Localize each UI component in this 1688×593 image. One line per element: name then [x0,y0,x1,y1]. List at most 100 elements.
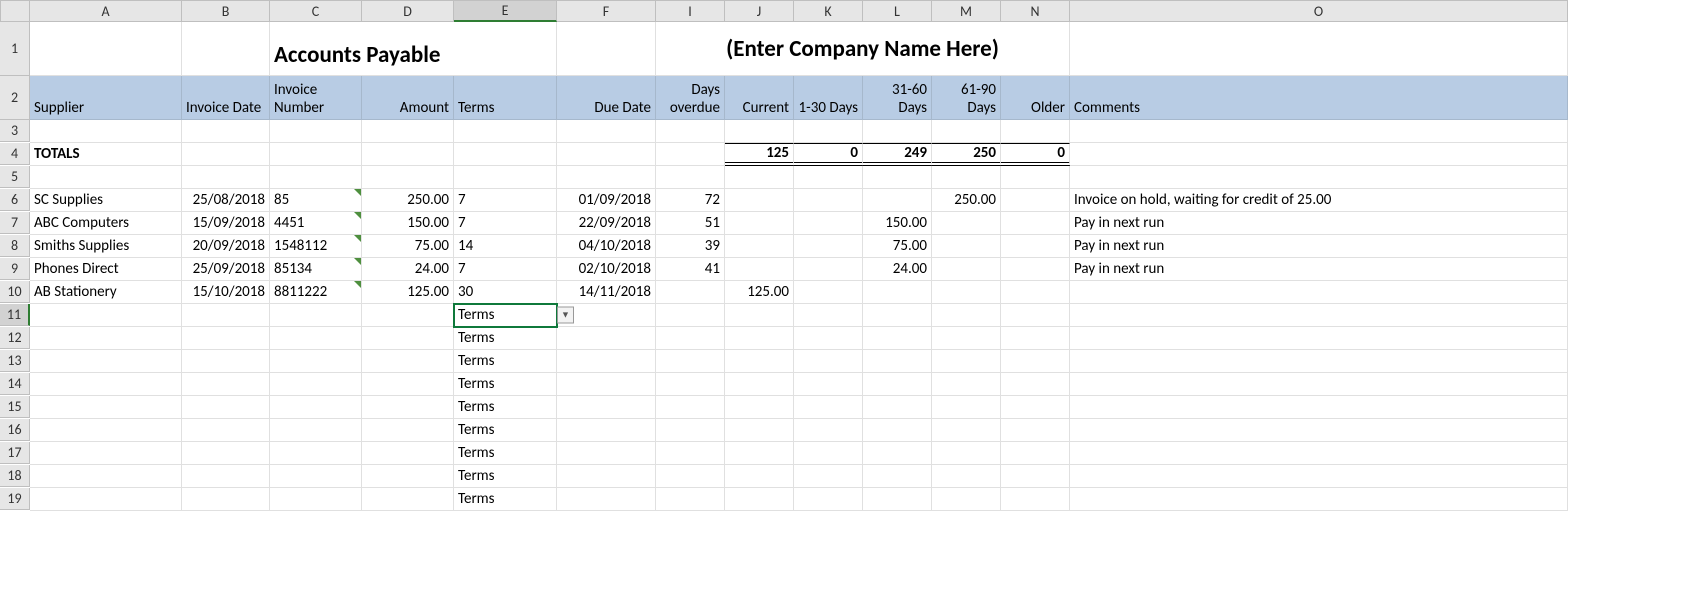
cell[interactable] [863,442,932,465]
row-header-9[interactable]: 9 [0,258,30,280]
cell[interactable] [270,327,362,350]
cell[interactable] [362,465,454,488]
cell[interactable] [725,166,794,189]
row-header-2[interactable]: 2 [0,76,30,120]
header-older[interactable]: Older [1001,76,1070,120]
cell[interactable] [932,442,1001,465]
d31-60-cell[interactable]: 150.00 [863,212,932,235]
invoice-number-cell[interactable]: 4451 [270,212,362,235]
total-31-60[interactable]: 249 [863,143,932,166]
cell[interactable] [454,166,557,189]
due-date-cell[interactable]: 14/11/2018 [557,281,656,304]
cell[interactable] [362,396,454,419]
amount-cell[interactable]: 150.00 [362,212,454,235]
cell[interactable] [794,465,863,488]
cell-F1[interactable] [557,22,656,76]
cell[interactable] [557,419,656,442]
cell[interactable] [1001,120,1070,143]
col-header-J[interactable]: J [725,0,794,22]
row-header-5[interactable]: 5 [0,166,30,188]
d61-90-cell[interactable] [932,258,1001,281]
cell[interactable] [30,488,182,511]
terms-placeholder-cell[interactable]: Terms [454,373,557,396]
terms-placeholder-cell[interactable]: Terms [454,488,557,511]
cell[interactable] [1001,166,1070,189]
d1-30-cell[interactable] [794,189,863,212]
cell[interactable] [362,327,454,350]
due-date-cell[interactable]: 01/09/2018 [557,189,656,212]
cell[interactable] [1001,442,1070,465]
cell[interactable] [656,442,725,465]
invoice-date-cell[interactable]: 25/08/2018 [182,189,270,212]
cell[interactable] [182,488,270,511]
cell[interactable] [863,304,932,327]
invoice-number-cell[interactable]: 85 [270,189,362,212]
cell[interactable] [270,166,362,189]
cell[interactable] [30,396,182,419]
comments-cell[interactable]: Pay in next run [1070,212,1568,235]
row-header-18[interactable]: 18 [0,465,30,487]
col-header-I[interactable]: I [656,0,725,22]
cell[interactable] [182,120,270,143]
col-header-D[interactable]: D [362,0,454,22]
header-due-date[interactable]: Due Date [557,76,656,120]
cell[interactable] [794,327,863,350]
cell[interactable] [725,373,794,396]
cell[interactable] [656,465,725,488]
cell[interactable] [1070,350,1568,373]
terms-placeholder-cell[interactable]: Terms [454,442,557,465]
supplier-cell[interactable]: ABC Computers [30,212,182,235]
d1-30-cell[interactable] [794,212,863,235]
supplier-cell[interactable]: AB Stationery [30,281,182,304]
cell[interactable] [362,350,454,373]
d61-90-cell[interactable] [932,281,1001,304]
header-31-60[interactable]: 31-60 Days [863,76,932,120]
days-overdue-cell[interactable] [656,281,725,304]
cell[interactable] [656,488,725,511]
cell[interactable] [1001,327,1070,350]
row-header-15[interactable]: 15 [0,396,30,418]
cell[interactable] [557,442,656,465]
cell[interactable] [182,465,270,488]
cell[interactable] [656,396,725,419]
days-overdue-cell[interactable]: 39 [656,235,725,258]
terms-cell[interactable]: 7 [454,189,557,212]
col-header-A[interactable]: A [30,0,182,22]
cell[interactable] [1070,465,1568,488]
cell[interactable] [794,419,863,442]
cell[interactable] [1070,143,1568,166]
supplier-cell[interactable]: Smiths Supplies [30,235,182,258]
cell[interactable] [557,143,656,166]
row-header-14[interactable]: 14 [0,373,30,395]
cell[interactable] [656,143,725,166]
d31-60-cell[interactable]: 24.00 [863,258,932,281]
terms-placeholder-cell[interactable]: Terms [454,465,557,488]
cell[interactable] [725,442,794,465]
header-61-90[interactable]: 61-90 Days [932,76,1001,120]
d31-60-cell[interactable] [863,189,932,212]
invoice-number-cell[interactable]: 8811222 [270,281,362,304]
cell[interactable] [30,350,182,373]
terms-cell[interactable]: 7 [454,258,557,281]
due-date-cell[interactable]: 02/10/2018 [557,258,656,281]
cell[interactable] [863,373,932,396]
active-cell-E11[interactable]: Terms ▼ [454,304,557,327]
d61-90-cell[interactable]: 250.00 [932,189,1001,212]
cell[interactable] [863,327,932,350]
cell[interactable] [270,465,362,488]
cell[interactable] [1001,304,1070,327]
days-overdue-cell[interactable]: 41 [656,258,725,281]
col-header-K[interactable]: K [794,0,863,22]
cell[interactable] [932,419,1001,442]
cell[interactable] [932,120,1001,143]
cell[interactable] [270,143,362,166]
cell[interactable] [557,327,656,350]
cell[interactable] [725,396,794,419]
cell[interactable] [863,488,932,511]
amount-cell[interactable]: 125.00 [362,281,454,304]
invoice-date-cell[interactable]: 15/10/2018 [182,281,270,304]
invoice-number-cell[interactable]: 85134 [270,258,362,281]
cell[interactable] [725,304,794,327]
cell-B1[interactable] [182,22,270,76]
cell[interactable] [362,373,454,396]
